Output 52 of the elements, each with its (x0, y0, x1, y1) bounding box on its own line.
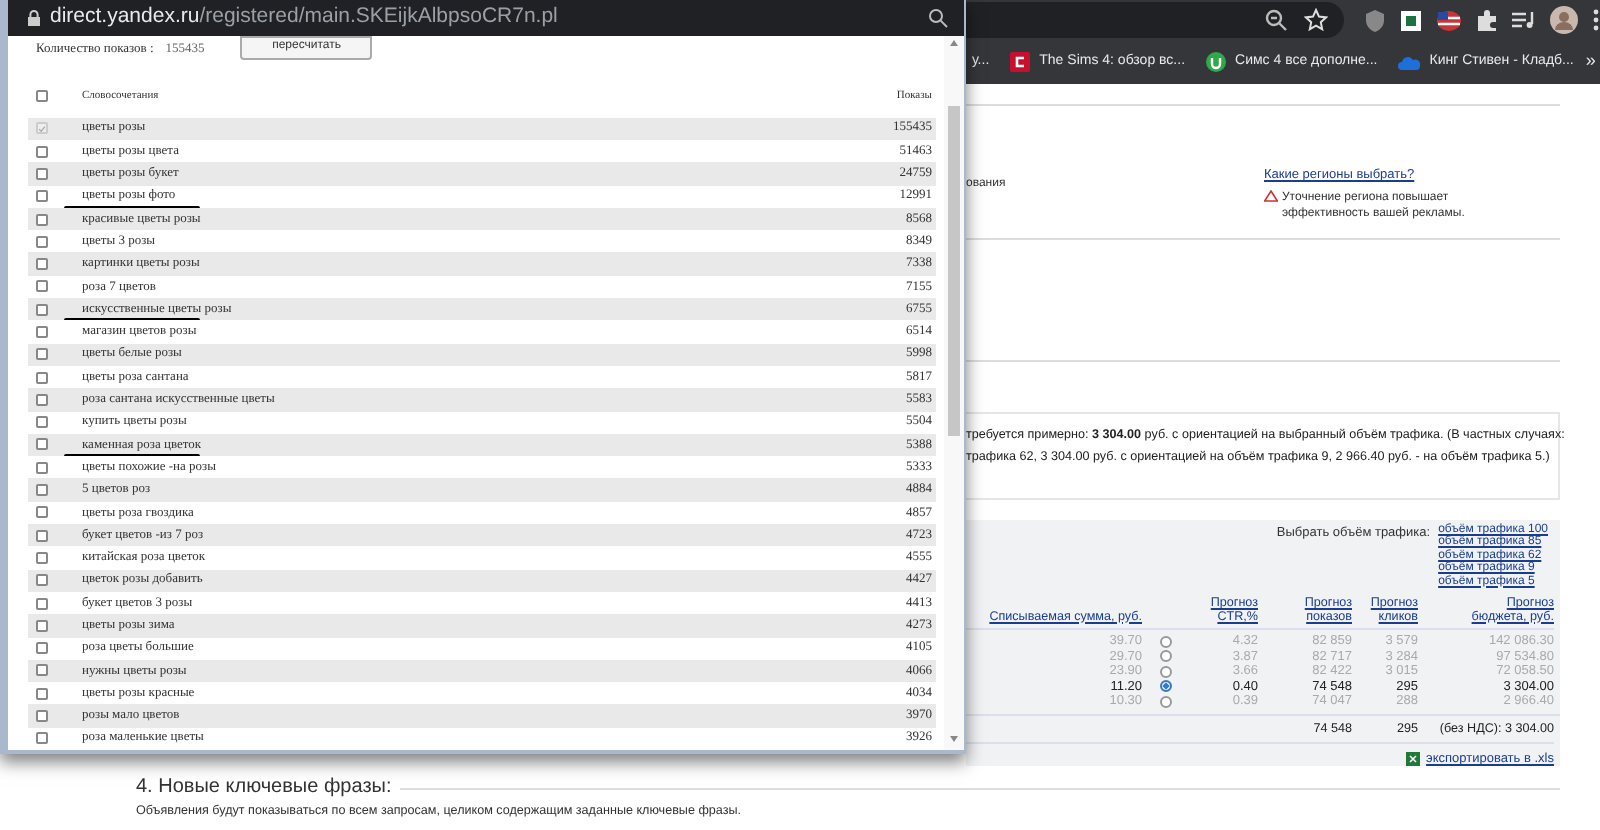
cloud-icon (1397, 54, 1420, 70)
checkbox[interactable] (36, 710, 48, 723)
spreadsheet-icon[interactable] (1406, 752, 1421, 767)
checkbox[interactable] (36, 235, 48, 248)
checkbox[interactable] (36, 416, 48, 429)
zoom-icon[interactable] (928, 8, 948, 28)
playlist-icon[interactable] (1512, 10, 1536, 30)
checkbox[interactable] (36, 597, 48, 610)
checkbox[interactable] (36, 167, 48, 180)
radio-button[interactable] (1160, 665, 1172, 678)
checkbox[interactable] (36, 326, 48, 338)
more-bookmarks-button[interactable]: » (1585, 48, 1596, 76)
checkbox[interactable] (36, 190, 48, 203)
checkbox[interactable] (36, 258, 48, 271)
checkbox[interactable] (36, 506, 48, 519)
checkbox[interactable] (36, 551, 48, 564)
bookmark-square-icon (1009, 52, 1030, 72)
checkbox[interactable] (36, 393, 48, 406)
more-icon[interactable] (1592, 8, 1600, 32)
zoom-icon[interactable] (1264, 8, 1288, 32)
checkbox[interactable] (36, 642, 48, 655)
checkbox[interactable] (36, 280, 48, 293)
star-icon[interactable] (1304, 8, 1328, 32)
puzzle-icon[interactable] (1476, 9, 1498, 31)
radio-button[interactable] (1160, 650, 1172, 663)
warning-icon[interactable] (1264, 189, 1278, 202)
checkbox[interactable] (36, 732, 48, 745)
checkbox[interactable] (36, 371, 48, 384)
url-text: direct.yandex.ru/registered/main.SKEijkAlbpsoCR7n.pl (50, 2, 558, 33)
checkbox[interactable] (36, 213, 48, 226)
bookmark-circle-icon (1205, 52, 1226, 72)
shield-icon[interactable] (1364, 8, 1386, 32)
flag-icon[interactable] (1436, 9, 1462, 31)
checkbox[interactable] (36, 687, 48, 700)
checkbox[interactable] (36, 461, 48, 474)
checkbox[interactable] (36, 303, 48, 316)
checkbox[interactable] (36, 529, 48, 542)
checkbox[interactable] (36, 145, 48, 158)
lock-icon[interactable] (28, 10, 40, 26)
radio-button[interactable] (1160, 695, 1172, 708)
section-title: 4. Новые ключевые фразы: (136, 776, 392, 800)
checkbox[interactable] (36, 90, 48, 103)
checkbox[interactable] (36, 574, 48, 587)
checkbox[interactable] (36, 438, 48, 451)
checkbox[interactable] (36, 619, 48, 632)
scrollbar[interactable] (944, 36, 964, 750)
radio-button[interactable] (1160, 680, 1172, 693)
checkbox[interactable] (36, 484, 48, 497)
checkbox[interactable] (36, 664, 48, 677)
radio-button[interactable] (1160, 635, 1172, 648)
checkbox[interactable] (36, 348, 48, 361)
avatar-icon[interactable] (1550, 6, 1578, 34)
